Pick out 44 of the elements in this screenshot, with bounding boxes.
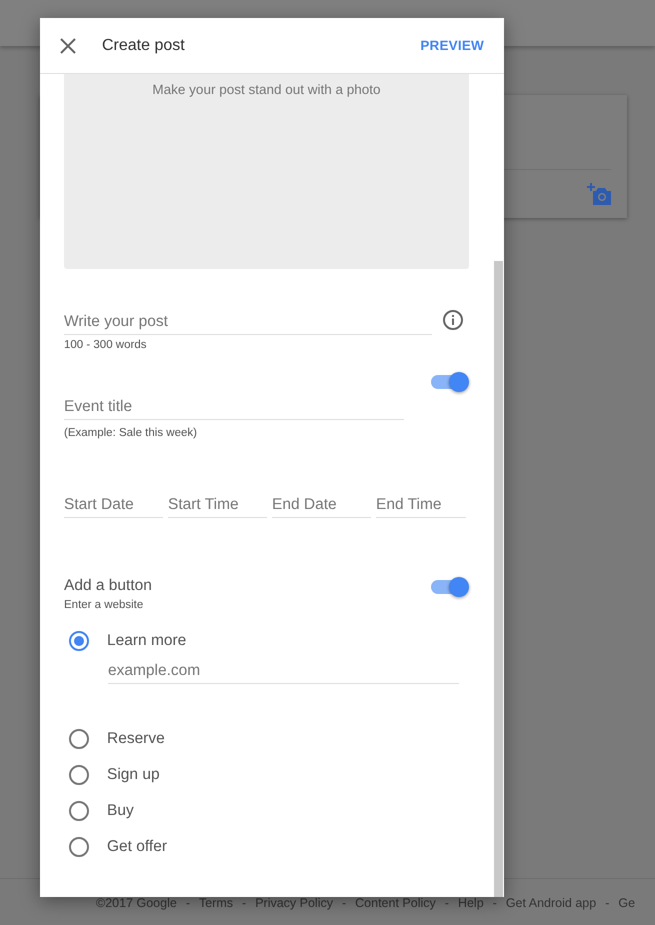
photo-prompt: Make your post stand out with a photo bbox=[152, 82, 381, 99]
footer-separator: - bbox=[444, 896, 449, 910]
footer-link[interactable]: Privacy Policy bbox=[255, 896, 333, 910]
section-title: Add a button bbox=[64, 577, 152, 595]
date-time-field[interactable]: End Time bbox=[376, 496, 466, 518]
photo-area[interactable]: Make your post stand out with a photo bbox=[64, 74, 469, 269]
toggle-switch[interactable] bbox=[431, 372, 469, 392]
footer-separator: - bbox=[605, 896, 610, 910]
website-field[interactable]: example.com bbox=[108, 662, 459, 684]
footer-link[interactable]: Get Android app bbox=[506, 896, 596, 910]
preview-button[interactable]: PREVIEW bbox=[420, 38, 484, 53]
date-time-field[interactable]: Start Time bbox=[168, 496, 267, 518]
radio-label[interactable]: Get offer bbox=[107, 838, 168, 856]
radio-label[interactable]: Sign up bbox=[107, 766, 160, 784]
radio-button[interactable] bbox=[69, 837, 89, 857]
toggle-switch[interactable] bbox=[431, 577, 469, 597]
close-icon[interactable] bbox=[60, 38, 76, 54]
scrollbar-thumb[interactable] bbox=[494, 261, 503, 897]
date-time-field[interactable]: Start Date bbox=[64, 496, 163, 518]
footer-separator: - bbox=[242, 896, 246, 910]
footer-link[interactable]: ©2017 Google bbox=[96, 896, 177, 910]
radio-button[interactable] bbox=[69, 801, 89, 821]
section-subtitle: Enter a website bbox=[64, 599, 144, 611]
radio-label[interactable]: Learn more bbox=[107, 632, 186, 650]
post-hint: 100 - 300 words bbox=[64, 339, 148, 351]
dialog-title: Create post bbox=[102, 36, 186, 54]
date-time-field[interactable]: End Date bbox=[272, 496, 371, 518]
radio-button[interactable] bbox=[69, 729, 89, 749]
footer-separator: - bbox=[492, 896, 497, 910]
event-title-field[interactable]: Event title bbox=[64, 398, 404, 420]
footer-link[interactable]: Help bbox=[458, 896, 484, 910]
radio-button[interactable] bbox=[69, 631, 89, 651]
add-photo-icon bbox=[587, 183, 611, 205]
footer-separator: - bbox=[186, 896, 190, 910]
radio-label[interactable]: Reserve bbox=[107, 730, 165, 748]
footer-link[interactable]: Terms bbox=[198, 896, 234, 910]
footer-separator: - bbox=[342, 896, 346, 910]
post-field[interactable]: Write your post bbox=[64, 313, 432, 335]
footer-link[interactable]: Content Policy bbox=[355, 896, 436, 910]
info-icon[interactable] bbox=[442, 309, 464, 331]
radio-label[interactable]: Buy bbox=[107, 802, 134, 820]
radio-button[interactable] bbox=[69, 765, 89, 785]
event-hint: (Example: Sale this week) bbox=[64, 427, 198, 439]
footer-link[interactable]: Ge bbox=[618, 896, 636, 910]
